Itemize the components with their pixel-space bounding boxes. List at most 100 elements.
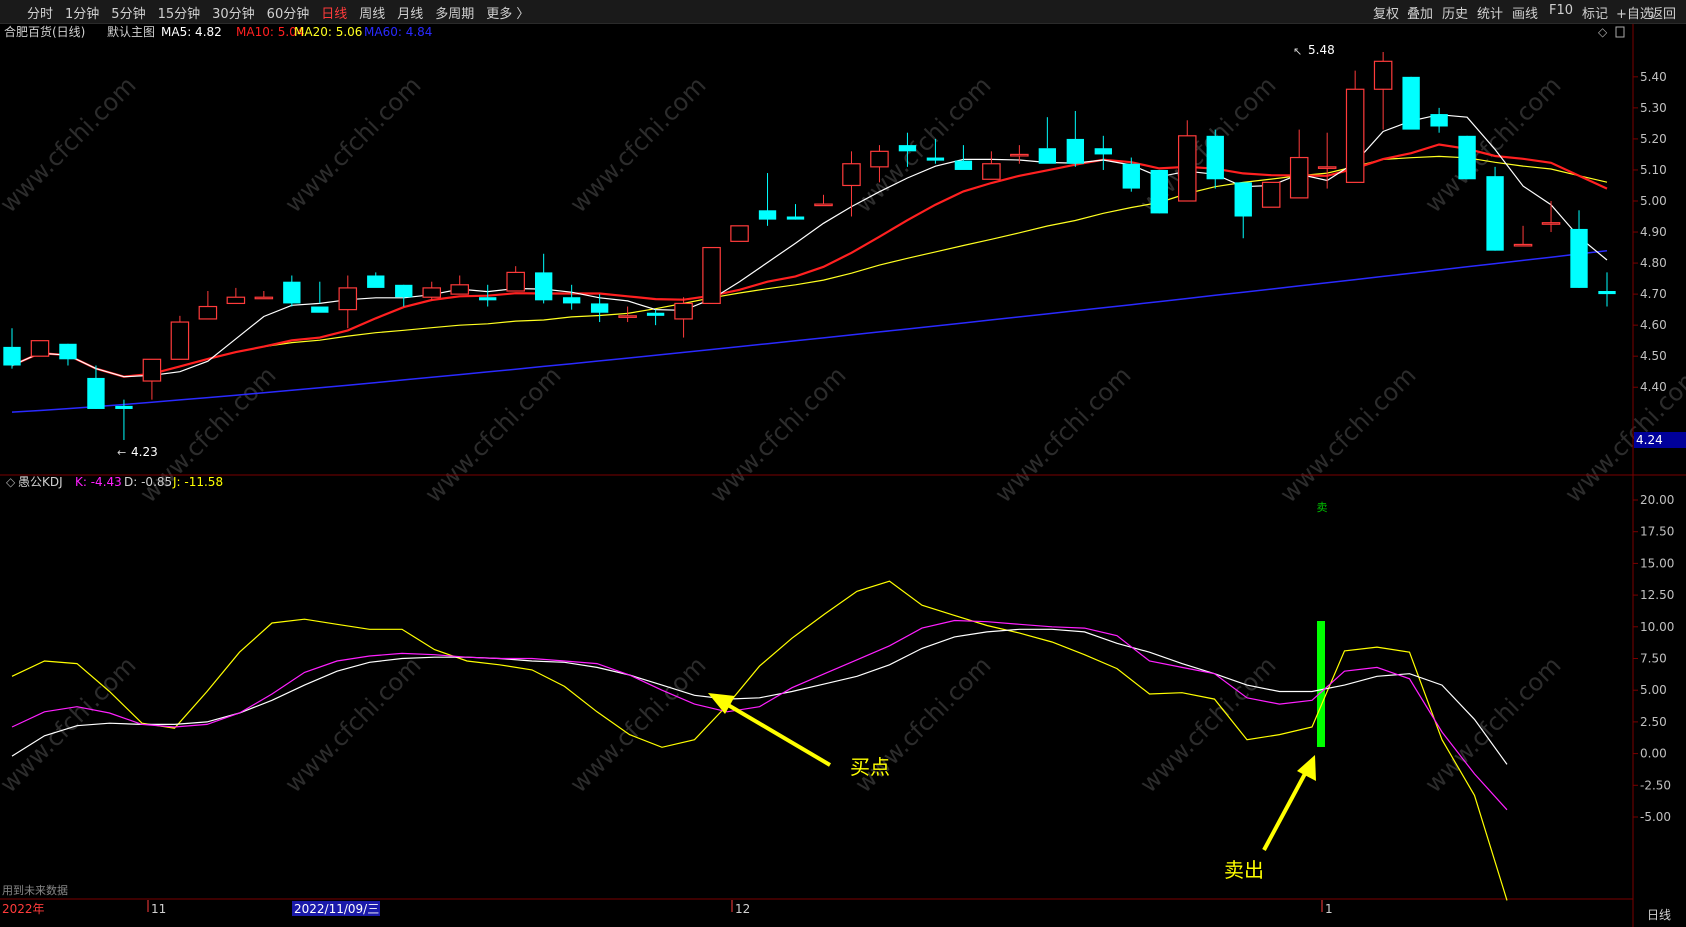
candle-body: [1094, 148, 1112, 155]
candle: [254, 291, 274, 300]
ma20-line: [11, 155, 1608, 378]
candle: [1373, 52, 1393, 130]
tool-button-0[interactable]: 复权: [1373, 3, 1399, 22]
period-button-6[interactable]: 日线: [321, 3, 347, 22]
indicator-title[interactable]: 愚公KDJ: [18, 475, 63, 489]
candle-body: [1345, 88, 1365, 183]
tool-button-5[interactable]: F10: [1549, 3, 1573, 18]
period-button-2[interactable]: 5分钟: [111, 3, 145, 22]
template-label[interactable]: 默认主图: [107, 24, 155, 39]
x-label-jan: 1: [1325, 902, 1333, 916]
candle: [30, 340, 50, 357]
main-y-tick-label: 4.50: [1640, 349, 1667, 363]
panel-toggle-icon[interactable]: [1615, 26, 1625, 38]
j-line: [11, 580, 1508, 901]
period-label: 日线: [1647, 908, 1671, 922]
candle-body: [730, 225, 749, 242]
main-chart-title: 合肥百货(日线): [4, 24, 85, 39]
indicator-y-tick-label: 12.50: [1640, 588, 1674, 602]
candle-body: [59, 343, 77, 360]
candle-body: [842, 163, 861, 187]
indicator-y-tick-label: -2.50: [1640, 778, 1671, 792]
ma5-line: [11, 114, 1608, 378]
period-button-1[interactable]: 1分钟: [65, 3, 99, 22]
indicator-y-tick-label: 15.00: [1640, 556, 1674, 570]
candle: [198, 291, 218, 320]
candle-body: [618, 315, 637, 318]
watermark-text: www.cfchi.com: [1134, 651, 1281, 798]
tool-button-3[interactable]: 统计: [1477, 3, 1503, 22]
main-y-tick-label: 4.60: [1640, 318, 1667, 332]
candle-body: [814, 203, 833, 207]
candle-body: [1317, 166, 1337, 169]
candle: [1570, 210, 1588, 288]
sell-label: 卖出: [1224, 858, 1264, 882]
candle: [3, 328, 21, 369]
period-button-5[interactable]: 60分钟: [267, 3, 310, 22]
candle: [814, 194, 833, 207]
x-label-nov: 11: [151, 902, 166, 916]
candle: [1513, 225, 1533, 247]
candle-body: [1150, 169, 1168, 214]
watermark-text: www.cfchi.com: [564, 71, 711, 218]
candle-body: [30, 340, 50, 357]
candle-body: [198, 305, 218, 320]
future-data-note: 用到未来数据: [2, 883, 68, 897]
candle: [450, 275, 469, 295]
indicator-y-tick-label: -5.00: [1640, 810, 1671, 824]
candle-body: [506, 271, 525, 292]
indicator-y-tick-label: 20.00: [1640, 493, 1674, 507]
period-button-8[interactable]: 月线: [397, 3, 423, 22]
candle-body: [254, 296, 274, 300]
candle-body: [590, 303, 609, 313]
period-button-10[interactable]: 更多 〉: [486, 3, 529, 22]
candle: [87, 365, 105, 409]
d-legend: D: -0.85: [124, 475, 172, 489]
tool-button-2[interactable]: 历史: [1442, 3, 1468, 22]
tool-button-7[interactable]: +自选: [1616, 3, 1653, 22]
period-button-3[interactable]: 15分钟: [158, 3, 201, 22]
indicator-y-axis: 20.00 17.50 15.00 12.50 10.00 7.50 5.00 2.50 0.0…: [1633, 493, 1674, 824]
main-y-tick-label: 5.30: [1640, 101, 1667, 115]
tool-button-1[interactable]: 叠加: [1407, 3, 1433, 22]
diamond-icon[interactable]: ◇: [1598, 25, 1608, 39]
candle-body: [283, 281, 301, 304]
candle-body: [758, 210, 777, 220]
candle-body: [1486, 176, 1504, 251]
candle-body: [926, 157, 945, 161]
candle-body: [1289, 156, 1309, 199]
watermark-text: www.cfchi.com: [419, 361, 566, 508]
candle-body: [226, 296, 246, 305]
main-y-tick-label: 5.00: [1640, 194, 1667, 208]
watermark-text: www.cfchi.com: [0, 651, 141, 798]
candle-body: [786, 216, 805, 220]
period-button-9[interactable]: 多周期: [435, 3, 474, 22]
period-button-7[interactable]: 周线: [359, 3, 385, 22]
indicator-y-tick-label: 2.50: [1640, 715, 1667, 729]
candle: [1094, 135, 1112, 170]
indicator-toggle-icon[interactable]: ◇: [6, 475, 16, 489]
candle: [1261, 181, 1281, 208]
main-y-tick-label: 4.70: [1640, 287, 1667, 301]
tool-button-6[interactable]: 标记: [1582, 3, 1608, 22]
candle-body: [954, 160, 973, 170]
candle: [730, 225, 749, 242]
k-legend: K: -4.43: [75, 475, 122, 489]
candle: [1345, 70, 1365, 183]
tool-button-4[interactable]: 画线: [1512, 3, 1538, 22]
candle-body: [1066, 138, 1085, 164]
candle: [367, 272, 385, 288]
indicator-y-tick-label: 5.00: [1640, 683, 1667, 697]
candle: [1177, 120, 1197, 202]
tool-button-8[interactable]: 返回: [1650, 3, 1676, 22]
candle: [1402, 76, 1420, 130]
ma20-legend: MA20: 5.06: [294, 25, 362, 39]
candle-body: [562, 297, 581, 304]
period-button-0[interactable]: 分时: [27, 3, 53, 22]
k-line: [11, 619, 1508, 811]
period-button-4[interactable]: 30分钟: [212, 3, 255, 22]
candle-body: [898, 145, 917, 152]
candle: [1541, 200, 1561, 233]
candle-body: [1598, 291, 1616, 295]
candle: [283, 275, 301, 307]
